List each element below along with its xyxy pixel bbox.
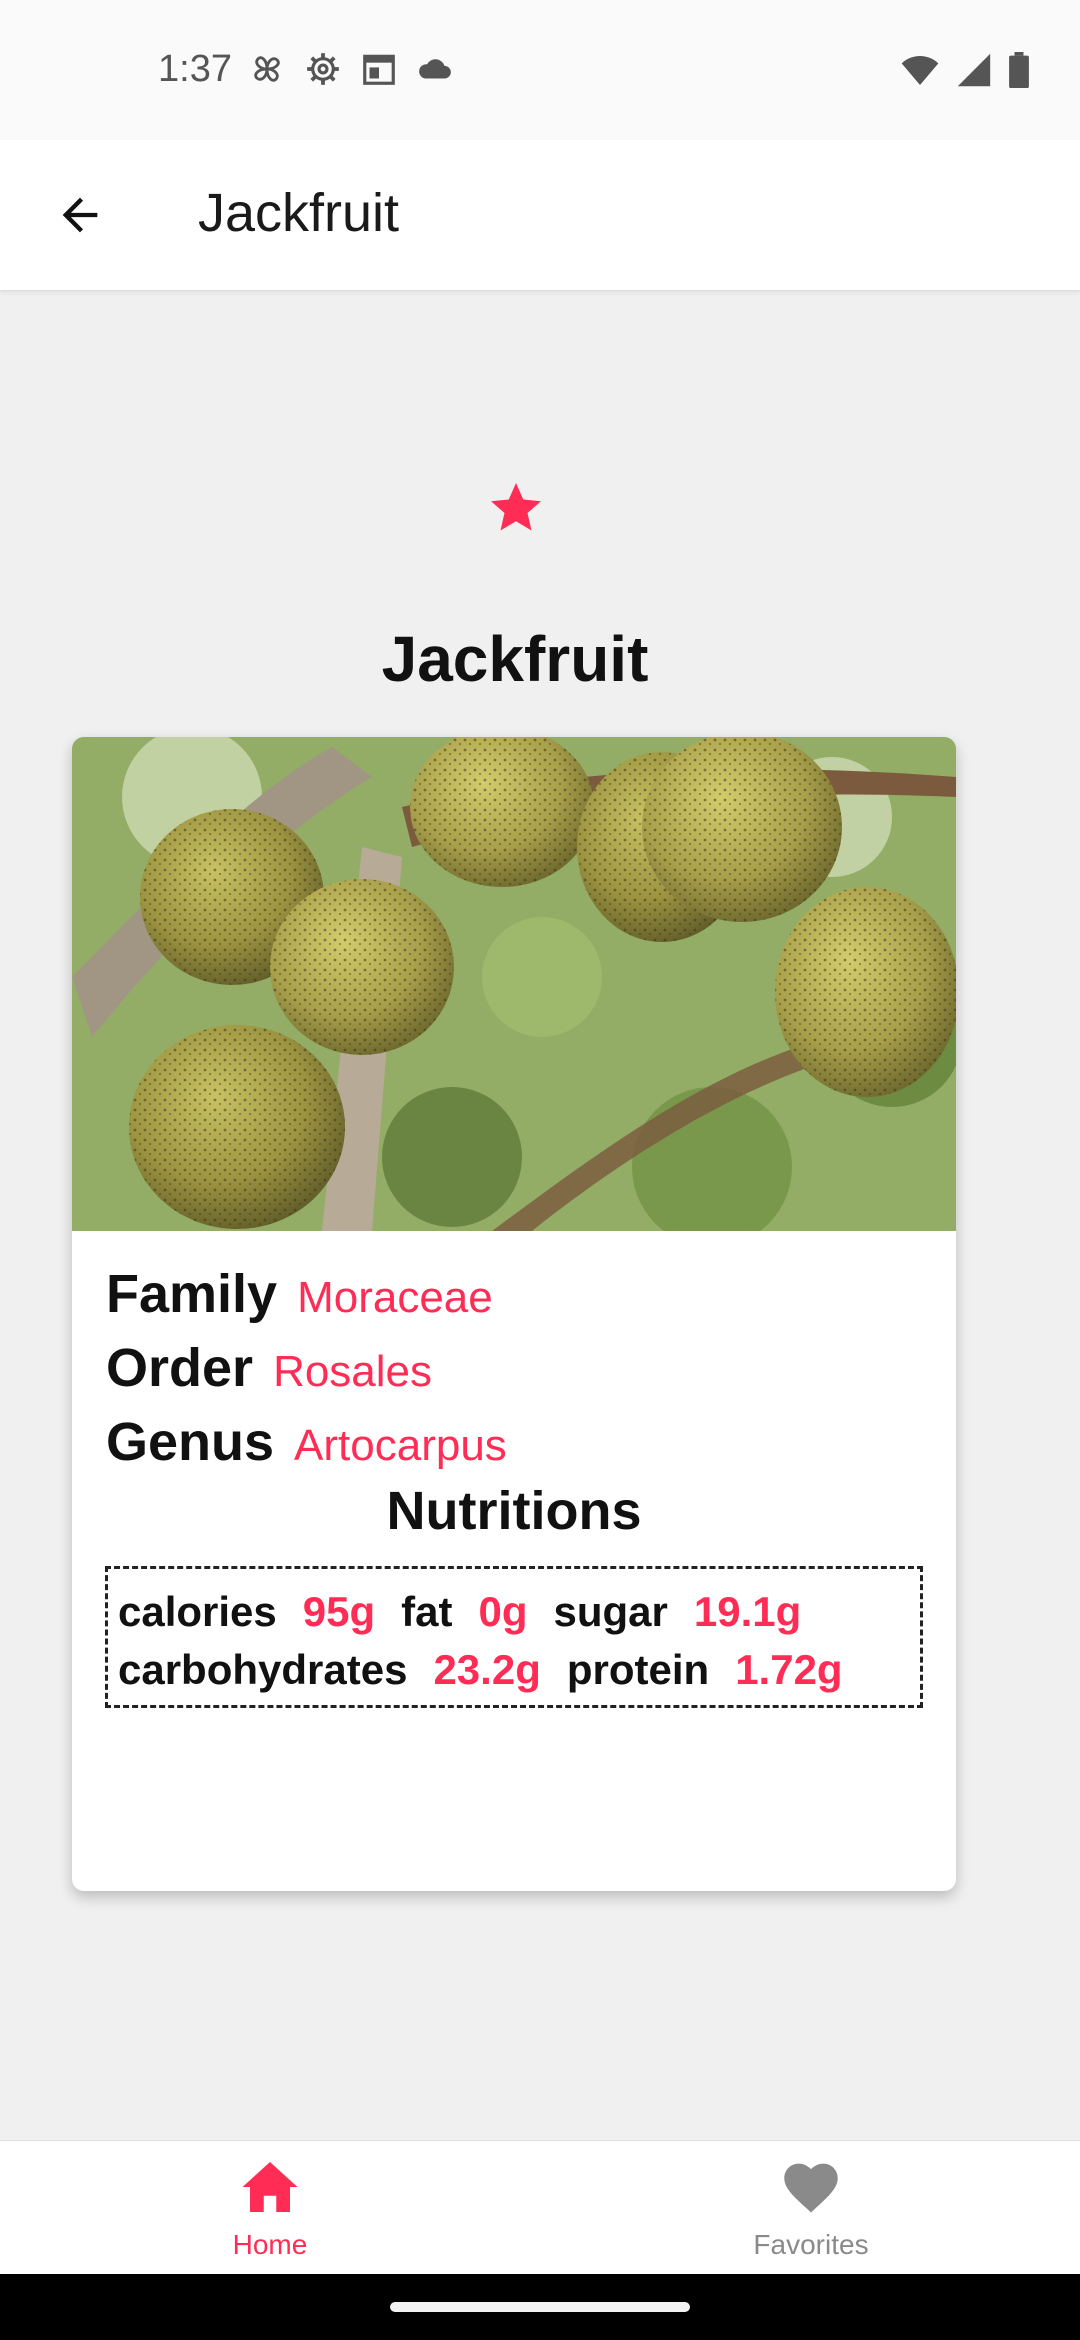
- fruit-photo: [72, 737, 956, 1231]
- status-bar: 1:37: [0, 0, 1080, 140]
- order-value: Rosales: [273, 1347, 433, 1396]
- nutrition-line-1: calories 95g fat 0g sugar 19.1g: [118, 1583, 910, 1641]
- family-value: Moraceae: [297, 1273, 493, 1322]
- status-icons-right: [900, 52, 1030, 93]
- heart-icon: [784, 2163, 838, 2213]
- fat-label: fat: [401, 1588, 453, 1635]
- sugar-value: 19.1g: [693, 1588, 802, 1635]
- back-button[interactable]: [40, 175, 120, 255]
- nav-favorites[interactable]: Favorites: [711, 2159, 911, 2261]
- protein-value: 1.72g: [735, 1646, 843, 1693]
- gesture-bar: [0, 2274, 1080, 2340]
- calories-value: 95g: [302, 1588, 376, 1635]
- carbohydrates-value: 23.2g: [433, 1646, 541, 1693]
- gesture-handle[interactable]: [390, 2302, 690, 2312]
- nutrition-line-2: carbohydrates 23.2g protein 1.72g: [118, 1641, 910, 1699]
- battery-icon: [1008, 52, 1030, 93]
- protein-label: protein: [566, 1646, 710, 1693]
- genus-label: Genus: [106, 1412, 275, 1472]
- order-row: Order Rosales: [106, 1337, 432, 1399]
- calendar-icon: [360, 50, 398, 88]
- nutrition-title: Nutritions: [386, 1481, 642, 1541]
- order-label: Order: [106, 1338, 254, 1398]
- gear-icon: [304, 50, 342, 88]
- fruit-title: Jackfruit: [381, 623, 649, 695]
- genus-value: Artocarpus: [294, 1421, 507, 1470]
- signal-icon: [956, 52, 992, 93]
- nav-home[interactable]: Home: [170, 2159, 370, 2261]
- pinwheel-icon: [248, 50, 286, 88]
- fruit-card: Family Moraceae Order Rosales Genus Arto…: [72, 737, 956, 1891]
- fat-value: 0g: [478, 1588, 528, 1635]
- star-icon: [491, 483, 541, 531]
- sugar-label: sugar: [553, 1588, 668, 1635]
- calories-label: calories: [118, 1588, 277, 1635]
- app-bar: Jackfruit: [0, 140, 1080, 291]
- nutrition-box: calories 95g fat 0g sugar 19.1g carbohyd…: [105, 1566, 923, 1708]
- status-time: 1:37: [158, 48, 232, 90]
- nav-home-label: Home: [232, 2229, 308, 2260]
- family-row: Family Moraceae: [106, 1263, 493, 1325]
- cloud-icon: [416, 50, 454, 88]
- family-label: Family: [106, 1264, 278, 1324]
- bottom-nav: Home Favorites: [0, 2140, 1080, 2275]
- app-bar-title: Jackfruit: [198, 183, 400, 243]
- status-icons-left: [248, 50, 454, 88]
- genus-row: Genus Artocarpus: [106, 1411, 507, 1473]
- carbohydrates-label: carbohydrates: [118, 1646, 408, 1693]
- nav-favorites-label: Favorites: [753, 2229, 869, 2260]
- favorite-toggle[interactable]: [486, 478, 546, 538]
- wifi-icon: [900, 52, 940, 93]
- arrow-left-icon: [62, 197, 98, 233]
- home-icon: [242, 2162, 298, 2212]
